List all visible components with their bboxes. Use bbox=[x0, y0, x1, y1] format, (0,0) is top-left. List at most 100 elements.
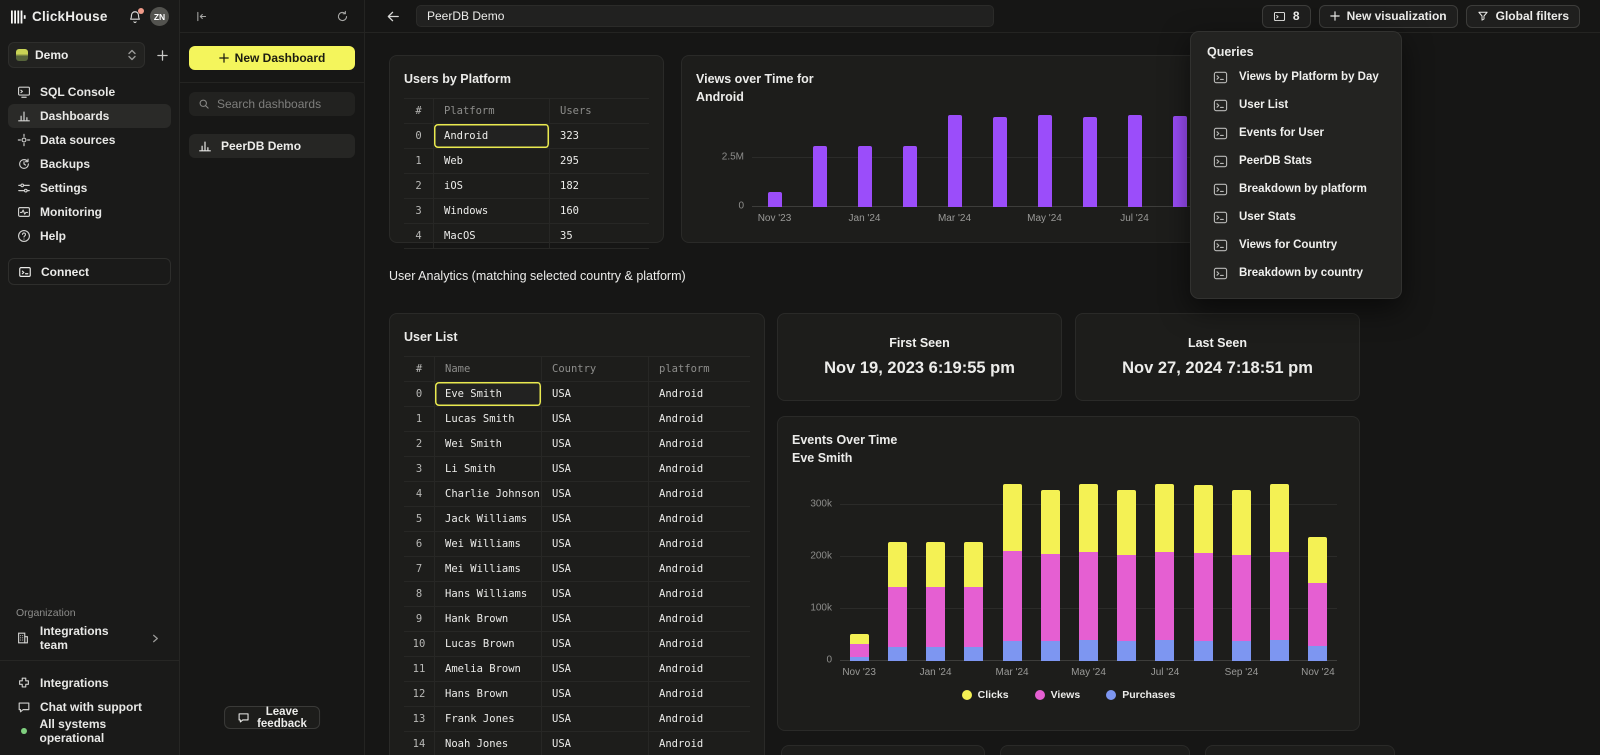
new-dashboard-button[interactable]: New Dashboard bbox=[189, 46, 355, 70]
bar-segment-purchases[interactable] bbox=[1308, 646, 1327, 661]
table-cell[interactable]: USA bbox=[542, 532, 649, 556]
table-cell[interactable]: iOS bbox=[434, 174, 550, 198]
bar-segment-purchases[interactable] bbox=[926, 647, 945, 661]
table-cell[interactable]: Android bbox=[649, 457, 750, 481]
table-cell[interactable]: Hans Brown bbox=[435, 682, 542, 706]
table-cell[interactable]: 11 bbox=[404, 657, 435, 681]
table-row[interactable]: 6Wei WilliamsUSAAndroid bbox=[404, 532, 750, 557]
table-cell[interactable]: 2 bbox=[404, 432, 435, 456]
table-cell[interactable]: Lucas Smith bbox=[435, 407, 542, 431]
table-cell[interactable]: MacOS bbox=[434, 224, 550, 248]
collapse-panel-icon[interactable] bbox=[194, 9, 209, 24]
table-row[interactable]: 4MacOS35 bbox=[404, 224, 649, 249]
bar-segment-views[interactable] bbox=[1003, 551, 1022, 640]
back-arrow-icon[interactable] bbox=[385, 8, 401, 24]
query-item[interactable]: PeerDB Stats bbox=[1207, 147, 1401, 175]
bar-segment-clicks[interactable] bbox=[1041, 490, 1060, 554]
table-cell[interactable]: USA bbox=[542, 407, 649, 431]
avatar[interactable]: ZN bbox=[150, 7, 169, 26]
table-cell[interactable]: Wei Williams bbox=[435, 532, 542, 556]
table-row[interactable]: 0Eve SmithUSAAndroid bbox=[404, 382, 750, 407]
bar[interactable] bbox=[964, 542, 983, 661]
table-row[interactable]: 2Wei SmithUSAAndroid bbox=[404, 432, 750, 457]
table-row[interactable]: 7Mei WilliamsUSAAndroid bbox=[404, 557, 750, 582]
bar-segment-clicks[interactable] bbox=[888, 542, 907, 586]
queries-count-button[interactable]: 8 bbox=[1262, 5, 1311, 28]
bar-segment-clicks[interactable] bbox=[1003, 484, 1022, 552]
table-cell[interactable]: Android bbox=[649, 607, 750, 631]
bar-segment-clicks[interactable] bbox=[1079, 484, 1098, 552]
new-visualization-button[interactable]: New visualization bbox=[1319, 5, 1458, 28]
bar[interactable] bbox=[1194, 485, 1213, 661]
leave-feedback-button[interactable]: Leave feedback bbox=[224, 706, 320, 729]
bar-segment-views[interactable] bbox=[1308, 583, 1327, 646]
table-cell[interactable]: Android bbox=[649, 557, 750, 581]
sidebar-item-help[interactable]: Help bbox=[8, 224, 171, 248]
sidebar-item-integrations-team[interactable]: Integrations team bbox=[8, 626, 171, 650]
table-cell[interactable]: Android bbox=[649, 382, 750, 406]
table-cell[interactable]: Noah Jones bbox=[435, 732, 542, 755]
table-cell[interactable]: Android bbox=[649, 582, 750, 606]
table-cell[interactable]: Frank Jones bbox=[435, 707, 542, 731]
bar-segment-purchases[interactable] bbox=[1270, 640, 1289, 661]
table-cell[interactable]: 10 bbox=[404, 632, 435, 656]
notifications-bell-icon[interactable] bbox=[126, 8, 144, 26]
table-cell[interactable]: Amelia Brown bbox=[435, 657, 542, 681]
table-cell[interactable]: USA bbox=[542, 632, 649, 656]
table-cell[interactable]: 295 bbox=[550, 149, 649, 173]
query-item[interactable]: User Stats bbox=[1207, 203, 1401, 231]
bar-segment-views[interactable] bbox=[1194, 553, 1213, 641]
query-item[interactable]: Views by Platform by Day bbox=[1207, 63, 1401, 91]
sidebar-item-connect[interactable]: Connect bbox=[8, 258, 171, 285]
table-row[interactable]: 1Lucas SmithUSAAndroid bbox=[404, 407, 750, 432]
table-cell[interactable]: 35 bbox=[550, 224, 649, 248]
table-cell[interactable]: USA bbox=[542, 707, 649, 731]
table-cell[interactable]: 6 bbox=[404, 532, 435, 556]
bar-segment-views[interactable] bbox=[1079, 552, 1098, 640]
table-cell[interactable]: Android bbox=[649, 707, 750, 731]
dashboard-search[interactable] bbox=[189, 92, 355, 116]
dashboard-title-input[interactable] bbox=[416, 5, 994, 27]
bar-segment-purchases[interactable] bbox=[1003, 641, 1022, 661]
table-cell[interactable]: USA bbox=[542, 732, 649, 755]
table-row[interactable]: 3Li SmithUSAAndroid bbox=[404, 457, 750, 482]
workspace-select[interactable]: Demo bbox=[8, 42, 145, 68]
bar[interactable] bbox=[993, 117, 1007, 207]
bar[interactable] bbox=[768, 192, 782, 207]
table-cell[interactable]: Hans Williams bbox=[435, 582, 542, 606]
bar-segment-views[interactable] bbox=[1270, 552, 1289, 640]
bar-segment-clicks[interactable] bbox=[1232, 490, 1251, 554]
table-cell[interactable]: Android bbox=[649, 632, 750, 656]
table-cell[interactable]: USA bbox=[542, 557, 649, 581]
table-cell[interactable]: 0 bbox=[404, 382, 435, 406]
sidebar-item-monitoring[interactable]: Monitoring bbox=[8, 200, 171, 224]
table-cell[interactable]: USA bbox=[542, 382, 649, 406]
table-row[interactable]: 3Windows160 bbox=[404, 199, 649, 224]
table-cell[interactable]: 13 bbox=[404, 707, 435, 731]
bar-segment-clicks[interactable] bbox=[926, 542, 945, 586]
bar[interactable] bbox=[1155, 484, 1174, 661]
bar[interactable] bbox=[1173, 116, 1187, 207]
table-row[interactable]: 4Charlie JohnsonUSAAndroid bbox=[404, 482, 750, 507]
sidebar-item-dashboards[interactable]: Dashboards bbox=[8, 104, 171, 128]
table-cell[interactable]: 7 bbox=[404, 557, 435, 581]
table-cell[interactable]: 160 bbox=[550, 199, 649, 223]
bar[interactable] bbox=[850, 634, 869, 661]
bar[interactable] bbox=[1308, 537, 1327, 661]
legend-item[interactable]: Purchases bbox=[1106, 689, 1175, 701]
bar-segment-views[interactable] bbox=[1117, 555, 1136, 641]
bar[interactable] bbox=[1079, 484, 1098, 661]
sidebar-item-settings[interactable]: Settings bbox=[8, 176, 171, 200]
bar-segment-purchases[interactable] bbox=[888, 647, 907, 661]
bar-segment-views[interactable] bbox=[926, 587, 945, 648]
bar-segment-clicks[interactable] bbox=[1117, 490, 1136, 554]
query-item[interactable]: Breakdown by country bbox=[1207, 259, 1401, 287]
table-cell[interactable]: USA bbox=[542, 607, 649, 631]
table-cell[interactable]: USA bbox=[542, 682, 649, 706]
bar-segment-purchases[interactable] bbox=[1232, 641, 1251, 661]
table-cell[interactable]: USA bbox=[542, 582, 649, 606]
dashboard-list-item[interactable]: PeerDB Demo bbox=[189, 134, 355, 158]
table-row[interactable]: 11Amelia BrownUSAAndroid bbox=[404, 657, 750, 682]
table-cell[interactable]: 9 bbox=[404, 607, 435, 631]
table-row[interactable]: 13Frank JonesUSAAndroid bbox=[404, 707, 750, 732]
